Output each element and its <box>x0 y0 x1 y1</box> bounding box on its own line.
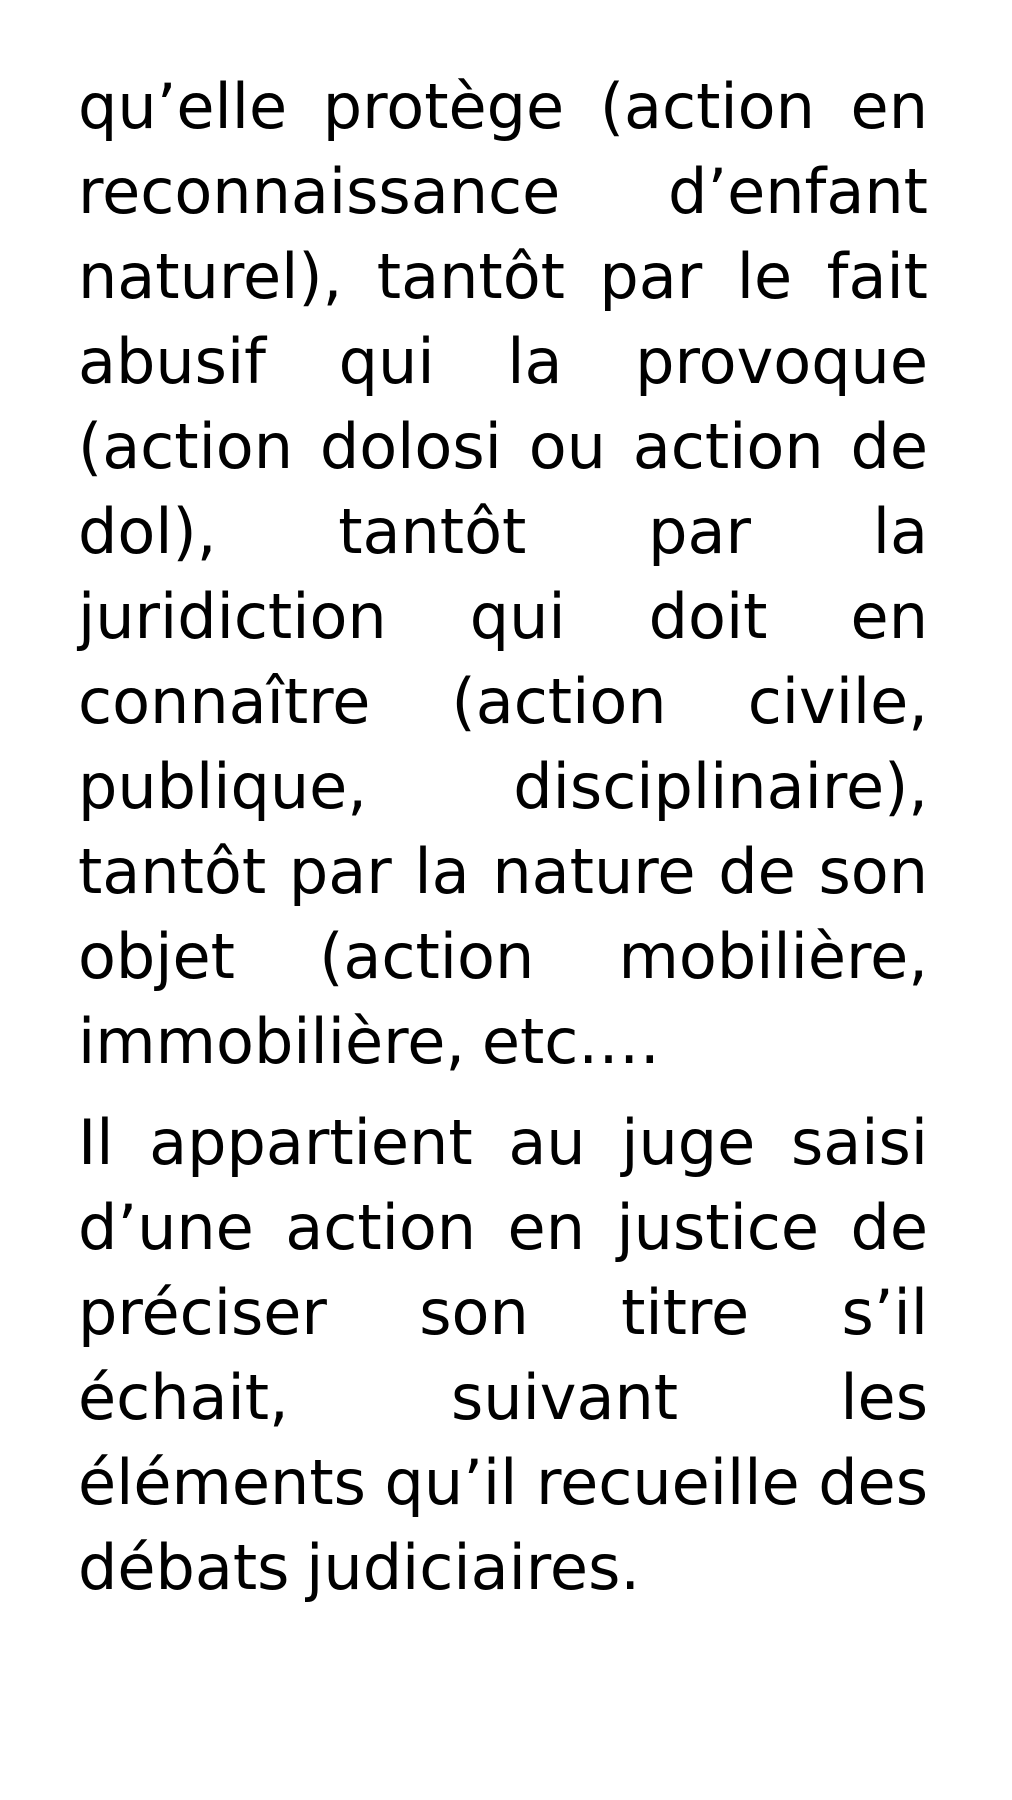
document-text: qu’elle protège (action en reconnaissanc… <box>78 64 928 1610</box>
paragraph-judge-responsibility: Il appartient au juge saisi d’une action… <box>78 1106 928 1604</box>
paragraph-action-types: qu’elle protège (action en reconnaissanc… <box>78 70 928 1078</box>
document-page: qu’elle protège (action en reconnaissanc… <box>0 0 1012 1800</box>
